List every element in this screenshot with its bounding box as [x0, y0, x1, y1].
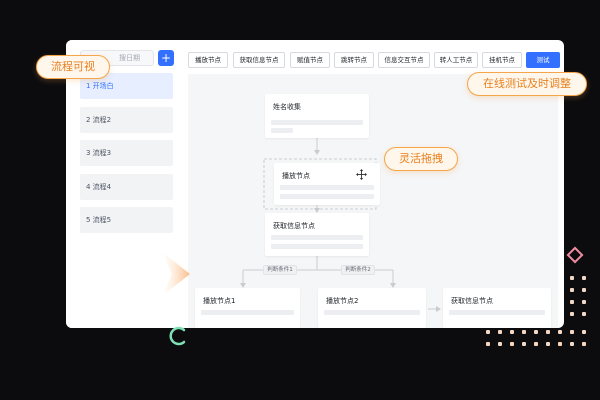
- assign-node-button[interactable]: 赋值节点: [290, 52, 330, 68]
- node-placeholder-bar: [280, 185, 374, 190]
- node-placeholder-bar: [271, 120, 363, 125]
- condition-label-1[interactable]: 判断条件1: [263, 265, 297, 275]
- get-info-node[interactable]: 获取信息节点: [265, 213, 369, 256]
- callout-flow-visible: 流程可视: [36, 55, 110, 79]
- ring-decoration-icon: [169, 326, 186, 346]
- sidebar-item-flow3[interactable]: 3 流程3: [80, 140, 173, 166]
- node-toolbar: 播放节点 获取信息节点 赋值节点 跳转节点 信息交互节点 转人工节点 挂机节点 …: [188, 52, 562, 68]
- node-placeholder-bar: [271, 128, 293, 133]
- hangup-node-button[interactable]: 挂机节点: [482, 52, 522, 68]
- node-title: 获取信息节点: [273, 222, 315, 230]
- play-node-2[interactable]: 播放节点2: [318, 288, 426, 328]
- node-title: 播放节点: [282, 172, 310, 180]
- test-button[interactable]: 测试: [526, 52, 560, 68]
- jump-node-button[interactable]: 跳转节点: [334, 52, 374, 68]
- node-placeholder-bar: [280, 194, 374, 199]
- add-flow-button[interactable]: +: [158, 50, 174, 66]
- node-placeholder-bar: [324, 310, 420, 315]
- diamond-decoration-icon: [566, 246, 584, 264]
- transfer-agent-node-button[interactable]: 转人工节点: [434, 52, 478, 68]
- callout-flexible-drag: 灵活拖拽: [384, 147, 458, 171]
- sidebar-item-flow2[interactable]: 2 流程2: [80, 107, 173, 133]
- name-collect-node[interactable]: 姓名收集: [265, 94, 369, 138]
- sidebar-item-flow5[interactable]: 5 流程5: [80, 207, 173, 233]
- play-node-button[interactable]: 播放节点: [188, 52, 228, 68]
- node-placeholder-bar: [201, 310, 294, 315]
- play-node-1[interactable]: 播放节点1: [195, 288, 300, 328]
- dot-grid-decoration: [486, 276, 590, 352]
- sidebar-item-flow4[interactable]: 4 流程4: [80, 174, 173, 200]
- node-title: 姓名收集: [273, 103, 301, 111]
- get-info-node-button[interactable]: 获取信息节点: [233, 52, 285, 68]
- move-icon[interactable]: [356, 169, 367, 180]
- condition-label-2[interactable]: 判断条件2: [341, 265, 375, 275]
- callout-online-test: 在线测试及时调整: [467, 72, 587, 96]
- node-placeholder-bar: [271, 235, 363, 240]
- interaction-node-button[interactable]: 信息交互节点: [378, 52, 430, 68]
- node-placeholder-bar: [271, 244, 363, 249]
- node-title: 播放节点1: [203, 297, 236, 305]
- node-title: 播放节点2: [326, 297, 359, 305]
- pointer-arrow-icon: [162, 252, 190, 296]
